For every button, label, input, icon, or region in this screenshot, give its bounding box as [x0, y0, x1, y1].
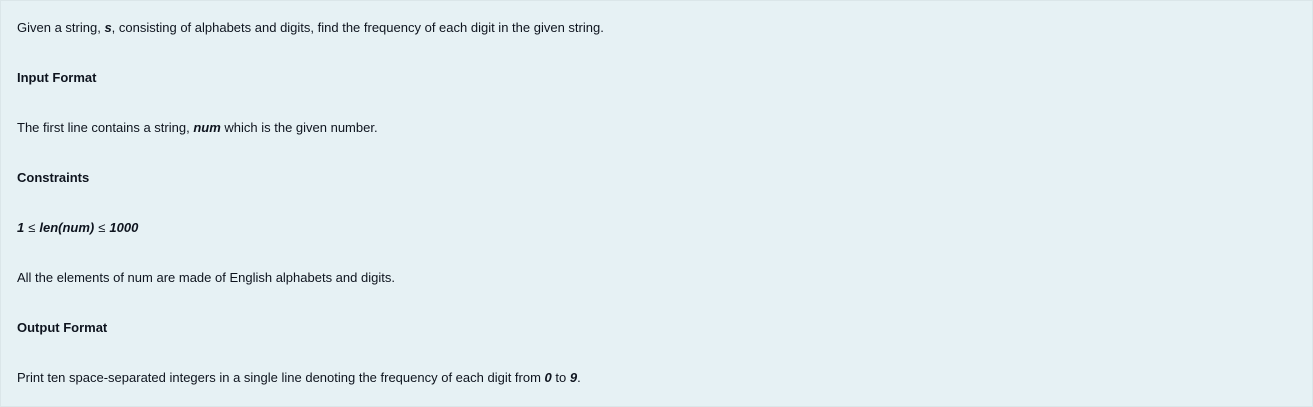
- output-mid: to: [551, 370, 570, 385]
- input-pre: The first line contains a string,: [17, 120, 194, 135]
- input-format-text: The first line contains a string, num wh…: [17, 119, 378, 137]
- intro-pre: Given a string,: [17, 20, 105, 35]
- constraint-expr: len(num): [39, 220, 95, 235]
- output-post: .: [577, 370, 581, 385]
- input-var: num: [193, 120, 221, 135]
- constraint-note: All the elements of num are made of Engl…: [17, 270, 395, 285]
- output-from: 0: [544, 370, 552, 385]
- output-pre: Print ten space-separated integers in a …: [17, 370, 545, 385]
- output-format-heading: Output Format: [17, 320, 108, 335]
- constraint-rel2: ≤: [98, 220, 106, 235]
- problem-statement: Given a string, s, consisting of alphabe…: [0, 0, 1313, 407]
- intro-post: , consisting of alphabets and digits, fi…: [111, 20, 604, 35]
- constraint-high: 1000: [109, 220, 139, 235]
- input-post: which is the given number.: [220, 120, 378, 135]
- constraints-heading: Constraints: [17, 170, 90, 185]
- input-format-heading: Input Format: [17, 70, 97, 85]
- output-format-text: Print ten space-separated integers in a …: [17, 369, 581, 387]
- constraint-formula: 1 ≤ len(num) ≤1000: [17, 219, 138, 237]
- constraint-low: 1: [17, 220, 25, 235]
- output-to: 9: [569, 370, 578, 385]
- intro-var: s: [104, 20, 112, 35]
- constraint-rel1: ≤: [28, 220, 36, 235]
- intro-text: Given a string, s, consisting of alphabe…: [17, 19, 604, 37]
